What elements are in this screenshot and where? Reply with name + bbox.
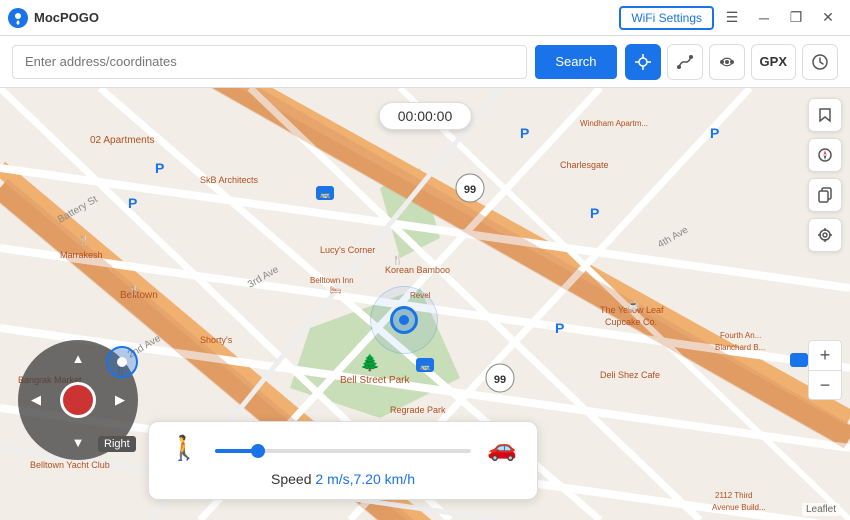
searchbar: Search xyxy=(0,36,850,88)
nav-indicator xyxy=(106,346,138,378)
nav-indicator-inner xyxy=(117,357,127,367)
svg-text:99: 99 xyxy=(494,374,506,386)
route-button[interactable] xyxy=(667,44,703,80)
leaflet-attribution: Leaflet xyxy=(802,503,840,516)
bookmark-button[interactable] xyxy=(808,98,842,132)
app-title: MocPOGO xyxy=(34,10,99,25)
copy-button[interactable] xyxy=(808,178,842,212)
svg-text:🍴: 🍴 xyxy=(78,234,89,246)
svg-text:Lucy's Corner: Lucy's Corner xyxy=(320,245,375,255)
svg-text:2112 Third: 2112 Third xyxy=(715,491,753,500)
gpx-button[interactable]: GPX xyxy=(751,44,796,80)
svg-text:P: P xyxy=(155,160,164,176)
speed-slider-container xyxy=(215,440,471,458)
svg-text:🛏: 🛏 xyxy=(330,285,341,295)
toolbar-right: GPX xyxy=(625,44,838,80)
svg-text:Cupcake Co.: Cupcake Co. xyxy=(605,317,657,327)
svg-text:🚌: 🚌 xyxy=(420,362,430,371)
svg-text:Shorty's: Shorty's xyxy=(200,335,233,345)
svg-text:Korean Bamboo: Korean Bamboo xyxy=(385,265,450,275)
svg-text:Avenue Build...: Avenue Build... xyxy=(712,503,766,512)
svg-text:Blanchard B...: Blanchard B... xyxy=(715,343,765,352)
svg-text:Charlesgate: Charlesgate xyxy=(560,160,609,170)
svg-text:P: P xyxy=(590,205,599,221)
location-marker xyxy=(390,306,418,334)
maximize-icon: ❐ xyxy=(790,9,803,26)
svg-text:Fourth An...: Fourth An... xyxy=(720,331,761,340)
minimize-button[interactable]: ─ xyxy=(750,4,778,32)
titlebar-left: MocPOGO xyxy=(8,8,99,28)
search-button[interactable]: Search xyxy=(535,45,616,79)
svg-text:Bell Street Park: Bell Street Park xyxy=(340,375,410,386)
svg-text:P: P xyxy=(555,320,564,336)
zoom-controls: + − xyxy=(808,340,842,400)
down-arrow-button[interactable]: ▼ xyxy=(66,430,90,454)
speed-value: 2 m/s,7.20 km/h xyxy=(315,471,415,487)
history-button[interactable] xyxy=(802,44,838,80)
svg-text:Marrakesh: Marrakesh xyxy=(60,250,103,260)
svg-text:🚌: 🚌 xyxy=(320,190,330,199)
speed-slider[interactable] xyxy=(215,449,471,453)
accuracy-circle xyxy=(370,286,438,354)
svg-text:P: P xyxy=(710,125,719,141)
compass-button[interactable] xyxy=(808,138,842,172)
titlebar: MocPOGO WiFi Settings ☰ ─ ❐ ✕ xyxy=(0,0,850,36)
map-side-controls xyxy=(808,98,842,252)
right-direction-tooltip: Right xyxy=(98,436,136,452)
center-location-button[interactable] xyxy=(625,44,661,80)
timer-badge: 00:00:00 xyxy=(379,102,472,130)
svg-text:🍴: 🍴 xyxy=(128,284,139,296)
svg-text:P: P xyxy=(128,195,137,211)
wifi-settings-button[interactable]: WiFi Settings xyxy=(619,6,714,30)
svg-text:99: 99 xyxy=(464,184,476,196)
right-arrow-button[interactable]: ▶ xyxy=(108,388,132,412)
map-container[interactable]: Battery St 2nd Ave 3rd Ave 4th Ave 99 99… xyxy=(0,88,850,520)
svg-text:🌲: 🌲 xyxy=(360,353,380,372)
search-input[interactable] xyxy=(12,45,527,79)
speed-control-panel: 🚶 🚗 Speed 2 m/s,7.20 km/h xyxy=(148,421,538,500)
svg-text:Regrade Park: Regrade Park xyxy=(390,405,446,415)
up-arrow-button[interactable]: ▲ xyxy=(66,346,90,370)
svg-text:P: P xyxy=(520,125,529,141)
svg-text:Windham Apartm...: Windham Apartm... xyxy=(580,119,648,128)
driving-mode-icon[interactable]: 🚗 xyxy=(487,434,517,463)
speed-display: Speed 2 m/s,7.20 km/h xyxy=(169,471,517,487)
multi-route-button[interactable] xyxy=(709,44,745,80)
app-logo xyxy=(8,8,28,28)
zoom-in-button[interactable]: + xyxy=(808,340,842,370)
svg-text:Deli Shez Cafe: Deli Shez Cafe xyxy=(600,370,660,380)
walking-mode-icon[interactable]: 🚶 xyxy=(169,434,199,463)
left-arrow-button[interactable]: ◀ xyxy=(24,388,48,412)
close-icon: ✕ xyxy=(822,9,834,26)
minimize-icon: ─ xyxy=(759,10,769,26)
maximize-button[interactable]: ❐ xyxy=(782,4,810,32)
svg-text:Belltown Yacht Club: Belltown Yacht Club xyxy=(30,460,110,470)
svg-text:🍴: 🍴 xyxy=(392,254,403,266)
target-button[interactable] xyxy=(808,218,842,252)
svg-text:Belltown Inn: Belltown Inn xyxy=(310,276,354,285)
speed-mode-selector: 🚶 🚗 xyxy=(169,434,517,463)
zoom-out-button[interactable]: − xyxy=(808,370,842,400)
close-button[interactable]: ✕ xyxy=(814,4,842,32)
titlebar-controls: WiFi Settings ☰ ─ ❐ ✕ xyxy=(619,4,842,32)
menu-icon: ☰ xyxy=(726,9,739,26)
joystick-center[interactable] xyxy=(60,382,96,418)
svg-text:SkB Architects: SkB Architects xyxy=(200,175,259,185)
svg-text:02 Apartments: 02 Apartments xyxy=(90,135,154,146)
menu-button[interactable]: ☰ xyxy=(718,4,746,32)
svg-text:☕: ☕ xyxy=(628,299,639,310)
